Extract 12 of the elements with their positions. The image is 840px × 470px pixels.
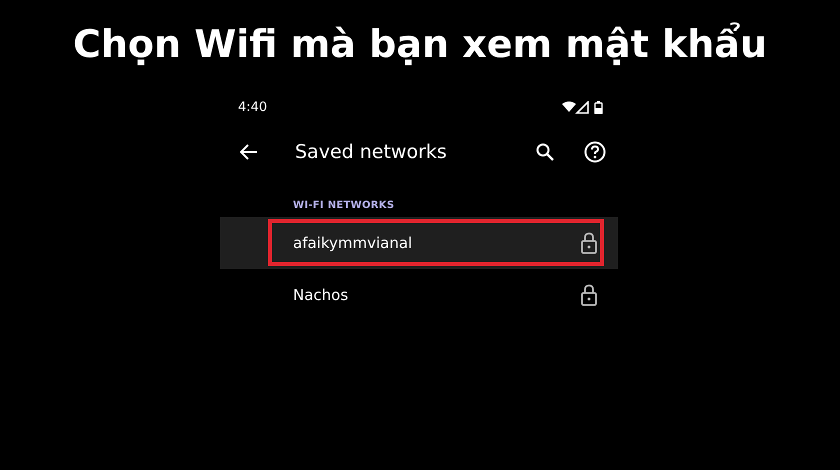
status-icons-drawing — [562, 100, 604, 114]
help-icon[interactable] — [584, 141, 606, 163]
section-header: WI-FI NETWORKS — [292, 199, 396, 213]
status-time: 4:40 — [238, 100, 268, 114]
search-icon[interactable] — [536, 143, 554, 161]
back-arrow-icon[interactable] — [240, 144, 258, 160]
screen-title: Saved networks — [295, 141, 448, 163]
lock-icon — [581, 284, 597, 306]
headline: Chọn Wifi mà bạn xem mật khẩu — [72, 21, 768, 68]
network-row[interactable]: Nachos — [220, 269, 618, 321]
network-row[interactable]: afaikymmvianal — [220, 217, 618, 269]
lock-icon — [581, 232, 597, 254]
